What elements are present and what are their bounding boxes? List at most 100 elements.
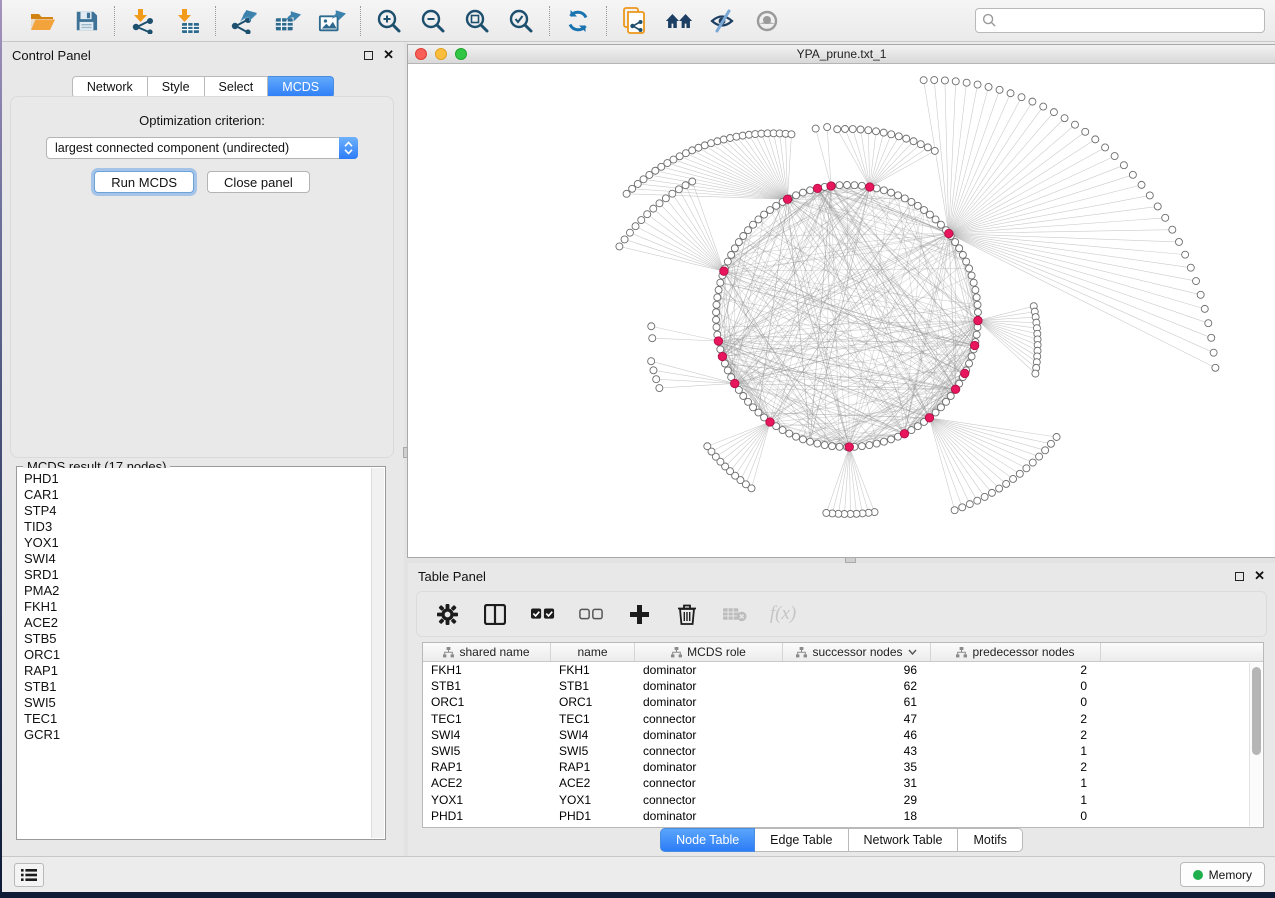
node-table[interactable]: shared namenameMCDS rolesuccessor nodesp…	[422, 642, 1264, 828]
export-network-icon[interactable]	[230, 7, 258, 35]
close-panel-button[interactable]: Close panel	[207, 171, 310, 193]
mcds-result-item[interactable]: PMA2	[24, 583, 371, 599]
settings-icon[interactable]	[435, 602, 459, 626]
column-header-shared-name[interactable]: shared name	[423, 643, 551, 661]
table-row[interactable]: RAP1RAP1dominator352	[423, 759, 1263, 775]
tab-node-table[interactable]: Node Table	[660, 828, 755, 852]
tab-select[interactable]: Select	[205, 76, 269, 98]
mcds-result-item[interactable]: PHD1	[24, 471, 371, 487]
column-header-predecessor-nodes[interactable]: predecessor nodes	[931, 643, 1101, 661]
table-row[interactable]: SWI4SWI4dominator462	[423, 727, 1263, 743]
table-cell: STB1	[423, 678, 551, 694]
table-cell: 1	[931, 743, 1101, 759]
table-cell: PHD1	[551, 808, 635, 824]
mcds-result-item[interactable]: TEC1	[24, 711, 371, 727]
export-image-icon[interactable]	[318, 7, 346, 35]
table-cell: TEC1	[423, 711, 551, 727]
hide-selected-icon[interactable]	[709, 7, 737, 35]
network-from-selection-icon[interactable]	[621, 7, 649, 35]
mcds-result-item[interactable]: ACE2	[24, 615, 371, 631]
refresh-icon[interactable]	[564, 7, 592, 35]
table-cell: 0	[931, 808, 1101, 824]
run-mcds-button[interactable]: Run MCDS	[94, 171, 194, 193]
tab-edge-table[interactable]: Edge Table	[755, 828, 848, 852]
tab-mcds[interactable]: MCDS	[268, 76, 334, 98]
mcds-result-item[interactable]: RAP1	[24, 663, 371, 679]
status-menu-button[interactable]	[14, 863, 44, 887]
table-cell: 96	[783, 662, 931, 678]
close-panel-icon[interactable]: ✕	[1254, 571, 1265, 581]
zoom-out-icon[interactable]	[419, 7, 447, 35]
export-table-icon[interactable]	[274, 7, 302, 35]
table-row[interactable]: SWI5SWI5connector431	[423, 743, 1263, 759]
control-panel-tabs: NetworkStyleSelectMCDS	[2, 76, 404, 98]
table-cell: 1	[931, 775, 1101, 791]
table-cell: 1	[931, 792, 1101, 808]
show-column-icon[interactable]	[483, 602, 507, 626]
table-row[interactable]: ACE2ACE2connector311	[423, 775, 1263, 791]
table-row[interactable]: TEC1TEC1connector472	[423, 711, 1263, 727]
mcds-result-item[interactable]: TID3	[24, 519, 371, 535]
criterion-dropdown[interactable]: largest connected component (undirected)	[46, 137, 358, 159]
table-cell: 18	[783, 808, 931, 824]
zoom-fit-icon[interactable]	[463, 7, 491, 35]
column-header-name[interactable]: name	[551, 643, 635, 661]
scrollbar-thumb[interactable]	[1252, 667, 1261, 755]
save-session-icon[interactable]	[72, 7, 100, 35]
mcds-result-list[interactable]: PHD1CAR1STP4TID3YOX1SWI4SRD1PMA2FKH1ACE2…	[18, 468, 371, 838]
graph-svg	[408, 64, 1275, 557]
zoom-in-icon[interactable]	[375, 7, 403, 35]
mcds-result-item[interactable]: CAR1	[24, 487, 371, 503]
select-all-icon[interactable]	[531, 602, 555, 626]
tab-style[interactable]: Style	[148, 76, 205, 98]
mcds-result-scrollbar[interactable]	[371, 468, 384, 838]
network-canvas[interactable]	[408, 64, 1275, 557]
function-builder-icon: f(x)	[771, 602, 795, 626]
open-session-icon[interactable]	[28, 7, 56, 35]
tab-network[interactable]: Network	[72, 76, 148, 98]
table-cell: connector	[635, 792, 783, 808]
mcds-result-item[interactable]: STB1	[24, 679, 371, 695]
tab-network-table[interactable]: Network Table	[849, 828, 959, 852]
mcds-result-item[interactable]: GCR1	[24, 727, 371, 743]
import-table-icon[interactable]	[173, 7, 201, 35]
mcds-result-item[interactable]: FKH1	[24, 599, 371, 615]
attribute-icon	[671, 647, 682, 658]
memory-button[interactable]: Memory	[1180, 862, 1265, 887]
table-row[interactable]: FKH1FKH1dominator962	[423, 662, 1263, 678]
search-input[interactable]	[997, 10, 1264, 31]
float-panel-icon[interactable]	[364, 51, 373, 60]
control-panel-title: Control Panel	[12, 48, 91, 63]
mcds-result-item[interactable]: STB5	[24, 631, 371, 647]
first-neighbors-icon[interactable]	[665, 7, 693, 35]
add-column-icon[interactable]	[627, 602, 651, 626]
table-cell: dominator	[635, 727, 783, 743]
table-scrollbar[interactable]	[1249, 663, 1262, 826]
memory-status-icon	[1193, 870, 1203, 880]
import-network-icon[interactable]	[129, 7, 157, 35]
mcds-result-item[interactable]: ORC1	[24, 647, 371, 663]
table-tabs: Node TableEdge TableNetwork TableMotifs	[408, 828, 1275, 852]
deselect-all-icon[interactable]	[579, 602, 603, 626]
mcds-result-item[interactable]: SWI4	[24, 551, 371, 567]
table-row[interactable]: PHD1PHD1dominator180	[423, 808, 1263, 824]
column-header-successor-nodes[interactable]: successor nodes	[783, 643, 931, 661]
column-header-MCDS-role[interactable]: MCDS role	[635, 643, 783, 661]
mcds-result-item[interactable]: STP4	[24, 503, 371, 519]
float-panel-icon[interactable]	[1235, 572, 1244, 581]
table-row[interactable]: ORC1ORC1dominator610	[423, 694, 1263, 710]
close-panel-icon[interactable]: ✕	[383, 50, 394, 60]
search-field[interactable]	[975, 8, 1265, 33]
delete-column-icon[interactable]	[675, 602, 699, 626]
network-titlebar[interactable]: YPA_prune.txt_1	[408, 45, 1275, 64]
zoom-selected-icon[interactable]	[507, 7, 535, 35]
mcds-result-item[interactable]: YOX1	[24, 535, 371, 551]
show-all-icon[interactable]	[753, 7, 781, 35]
table-cell: dominator	[635, 678, 783, 694]
tab-motifs[interactable]: Motifs	[958, 828, 1022, 852]
table-row[interactable]: YOX1YOX1connector291	[423, 792, 1263, 808]
table-cell: 2	[931, 727, 1101, 743]
table-row[interactable]: STB1STB1dominator620	[423, 678, 1263, 694]
mcds-result-item[interactable]: SWI5	[24, 695, 371, 711]
mcds-result-item[interactable]: SRD1	[24, 567, 371, 583]
